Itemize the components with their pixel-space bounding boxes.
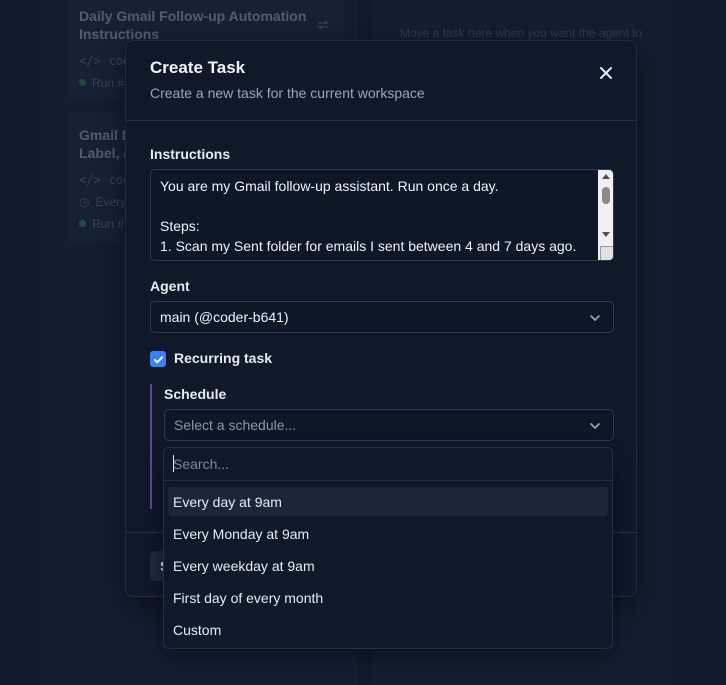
schedule-option[interactable]: Every weekday at 9am (168, 551, 608, 580)
scroll-thumb[interactable] (602, 187, 610, 204)
agent-select-value: main (@coder-b641) (160, 309, 289, 325)
agent-select[interactable]: main (@coder-b641) (150, 301, 614, 333)
schedule-label: Schedule (164, 386, 227, 402)
schedule-option[interactable]: Custom (168, 615, 608, 644)
instructions-text: You are my Gmail follow-up assistant. Ru… (160, 178, 577, 260)
schedule-option[interactable]: Every Monday at 9am (168, 519, 608, 548)
close-button[interactable] (594, 61, 618, 85)
text-caret (173, 455, 174, 472)
schedule-option[interactable]: First day of every month (168, 583, 608, 612)
instructions-textarea[interactable]: You are my Gmail follow-up assistant. Ru… (150, 169, 614, 261)
resize-handle[interactable] (600, 246, 613, 260)
schedule-dropdown: Every day at 9am Every Monday at 9am Eve… (163, 447, 613, 649)
scroll-up-arrow[interactable] (602, 174, 610, 179)
scroll-down-arrow[interactable] (602, 232, 610, 237)
schedule-search-input[interactable] (173, 454, 593, 474)
recurring-checkbox[interactable] (150, 351, 166, 367)
recurring-label[interactable]: Recurring task (174, 350, 272, 366)
dialog-title: Create Task (150, 58, 246, 77)
chevron-down-icon (590, 315, 600, 321)
agent-label: Agent (150, 278, 190, 294)
dialog-subtitle: Create a new task for the current worksp… (150, 85, 425, 101)
header-divider (126, 120, 636, 121)
schedule-search (164, 448, 612, 481)
chevron-down-icon (590, 423, 600, 429)
schedule-indent-bar (150, 384, 152, 509)
check-icon (153, 355, 163, 363)
schedule-select[interactable]: Select a schedule... (164, 409, 614, 441)
instructions-label: Instructions (150, 146, 231, 162)
schedule-select-placeholder: Select a schedule... (174, 417, 297, 433)
schedule-option[interactable]: Every day at 9am (168, 487, 608, 516)
close-icon (600, 67, 612, 79)
